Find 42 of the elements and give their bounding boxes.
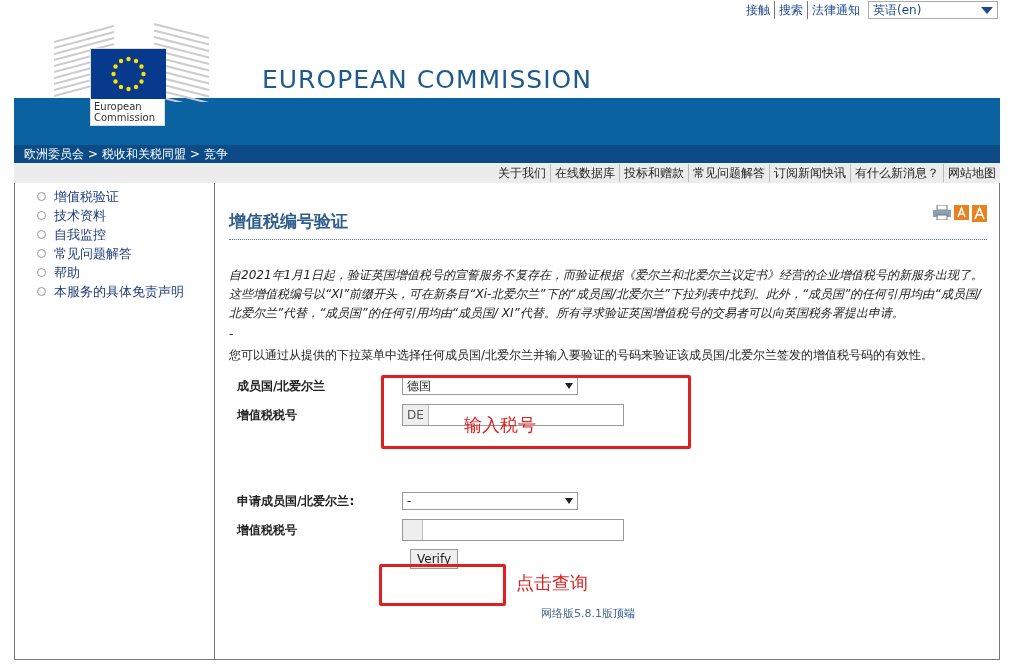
- field-label: 申请成员国/北爱尔兰:: [237, 492, 356, 510]
- top-link[interactable]: 搜索: [774, 1, 807, 19]
- dropdown-caret-icon: [565, 497, 573, 504]
- sidebar-link[interactable]: 常见问题解答: [37, 244, 214, 263]
- nav-link[interactable]: 常见问题解答: [688, 164, 769, 182]
- nav-link[interactable]: 关于我们: [494, 164, 550, 182]
- nav-link[interactable]: 投标和赠款: [619, 164, 688, 182]
- top-link[interactable]: 法律通知: [807, 1, 864, 19]
- page-title: 增值税编号验证: [229, 210, 348, 233]
- separator-dash: -: [229, 325, 235, 343]
- field-label: 增值税税号: [237, 521, 298, 539]
- breadcrumb-separator: >: [190, 146, 201, 163]
- top-link[interactable]: 接触: [742, 1, 774, 19]
- language-select[interactable]: 英语(en): [868, 1, 998, 19]
- nav-link[interactable]: 订阅新闻快讯: [769, 164, 850, 182]
- breadcrumb-link[interactable]: 税收和关税同盟: [102, 145, 187, 163]
- notice-text: 自2021年1月1日起，验证英国增值税号的宣誓服务不复存在，而验证根据《爱尔兰和北爱尔兰议定书》经营的企业增值税号的新服务出现了。这些增值税编号以“XI”前缀开头，可在新条目“Xi-北爱尔兰”下的“成员国/北爱尔兰”下拉列表中找到。此外，“成员国”的任何引用均由“成员国/北爱尔兰”代替，“成员国”的任何引用均由“成员国/ XI”代替。所有寻求验证英国增值税号的交易者可以向英国税务署提出申请。: [229, 266, 984, 322]
- nav-link[interactable]: 网站地图: [943, 164, 1000, 182]
- dropdown-caret-icon: [981, 6, 993, 14]
- sidebar-link[interactable]: 帮助: [37, 263, 214, 282]
- breadcrumb-separator: >: [88, 146, 99, 163]
- print-icon[interactable]: [933, 205, 951, 220]
- breadcrumb-link[interactable]: 竞争: [204, 145, 229, 163]
- version-text: 网络版5.8.1版: [541, 605, 613, 622]
- field-label: 成员国/北爱尔兰: [237, 377, 327, 395]
- text-size-icon[interactable]: [972, 205, 987, 222]
- vat-number-field[interactable]: [402, 518, 624, 541]
- site-title: EUROPEAN COMMISSION: [262, 67, 592, 92]
- field-label: 增值税税号: [237, 406, 298, 424]
- top-link[interactable]: 顶端: [613, 605, 635, 622]
- sidebar-link[interactable]: 技术资料: [37, 206, 214, 225]
- annotation-text: 点击查询: [516, 570, 588, 595]
- dropdown-caret-icon: [565, 382, 573, 389]
- text-size-icon[interactable]: [954, 205, 969, 220]
- nav-link[interactable]: 在线数据库: [550, 164, 619, 182]
- intro-text: 您可以通过从提供的下拉菜单中选择任何成员国/北爱尔兰并输入要验证的号码来验证该成员国/北爱尔兰签发的增值税号码的有效性。: [229, 346, 935, 364]
- nav-link[interactable]: 有什么新消息？: [850, 164, 943, 182]
- sidebar-link[interactable]: 自我监控: [37, 225, 214, 244]
- sidebar-link[interactable]: 本服务的具体免责声明: [37, 282, 214, 301]
- sidebar-link[interactable]: 增值税验证: [37, 187, 214, 206]
- country-select[interactable]: -: [402, 491, 578, 510]
- country-prefix: DE: [407, 406, 424, 424]
